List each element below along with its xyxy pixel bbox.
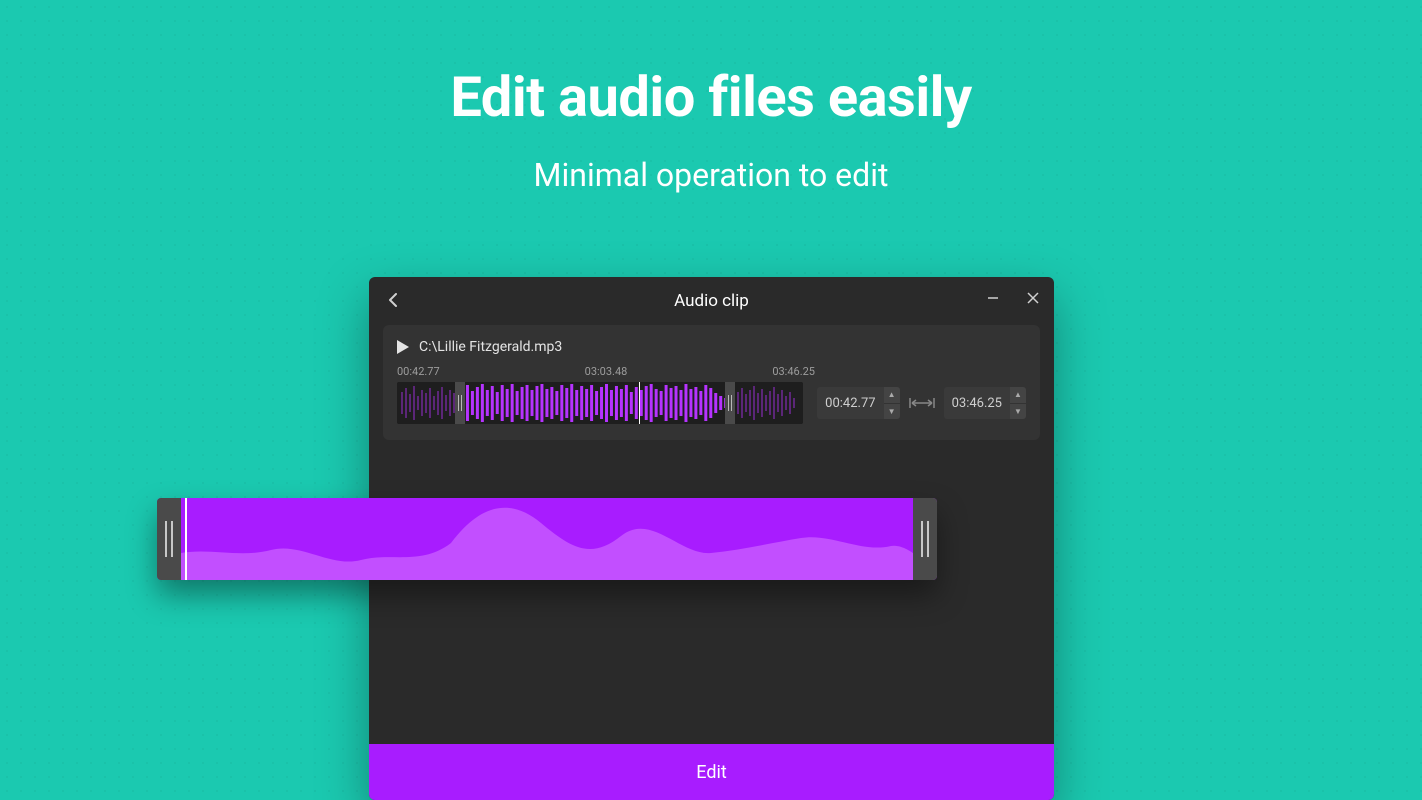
start-time-value: 00:42.77 — [817, 396, 883, 411]
stepper-up-icon[interactable]: ▲ — [884, 387, 900, 404]
label-mid: 03:03.48 — [585, 365, 628, 378]
clip-panel: C:\Lillie Fitzgerald.mp3 00:42.77 03:03.… — [383, 325, 1040, 440]
play-icon[interactable] — [397, 340, 409, 354]
stepper-down-icon[interactable]: ▼ — [1010, 404, 1026, 420]
end-time-stepper[interactable]: ▲ ▼ — [1010, 387, 1026, 419]
waveform-large[interactable] — [157, 498, 937, 580]
start-time-stepper[interactable]: ▲ ▼ — [884, 387, 900, 419]
file-path: C:\Lillie Fitzgerald.mp3 — [419, 339, 562, 355]
hero-subtitle: Minimal operation to edit — [0, 156, 1422, 194]
hero-section: Edit audio files easily Minimal operatio… — [0, 0, 1422, 194]
edit-button-label: Edit — [696, 762, 726, 783]
playhead[interactable] — [639, 382, 640, 424]
label-end: 03:46.25 — [772, 365, 815, 378]
timestamp-labels: 00:42.77 03:03.48 03:46.25 — [397, 365, 815, 378]
stepper-up-icon[interactable]: ▲ — [1010, 387, 1026, 404]
back-button[interactable] — [383, 289, 405, 311]
trim-handle-left[interactable] — [455, 382, 465, 424]
waveform-mini[interactable] — [397, 382, 803, 424]
large-playhead[interactable] — [185, 498, 187, 580]
titlebar: Audio clip — [369, 277, 1054, 325]
window-title: Audio clip — [674, 291, 749, 311]
stepper-down-icon[interactable]: ▼ — [884, 404, 900, 420]
file-row: C:\Lillie Fitzgerald.mp3 — [397, 339, 1026, 355]
large-trim-handle-left[interactable] — [157, 498, 181, 580]
edit-button[interactable]: Edit — [369, 744, 1054, 800]
trim-handle-right[interactable] — [725, 382, 735, 424]
editor-row: 00:42.77 ▲ ▼ 03:46.25 — [397, 382, 1026, 424]
close-button[interactable] — [1022, 287, 1044, 309]
end-time-value: 03:46.25 — [944, 396, 1010, 411]
minimize-button[interactable] — [982, 287, 1004, 309]
label-start: 00:42.77 — [397, 365, 440, 378]
window-controls — [982, 287, 1044, 309]
range-icon — [908, 395, 936, 411]
large-trim-handle-right[interactable] — [913, 498, 937, 580]
end-time-input[interactable]: 03:46.25 ▲ ▼ — [944, 387, 1026, 419]
hero-title: Edit audio files easily — [0, 64, 1422, 130]
time-controls: 00:42.77 ▲ ▼ 03:46.25 — [817, 387, 1026, 419]
start-time-input[interactable]: 00:42.77 ▲ ▼ — [817, 387, 899, 419]
